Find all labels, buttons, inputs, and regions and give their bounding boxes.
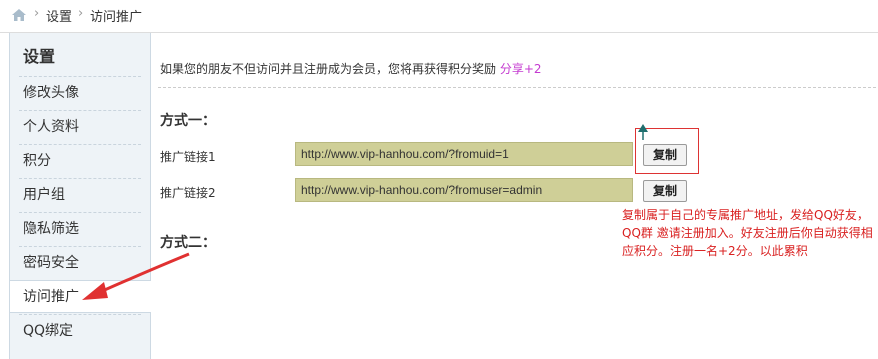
red-arrow-icon — [82, 252, 190, 300]
annotation-overlay — [82, 124, 648, 300]
up-arrow-icon — [638, 124, 648, 140]
